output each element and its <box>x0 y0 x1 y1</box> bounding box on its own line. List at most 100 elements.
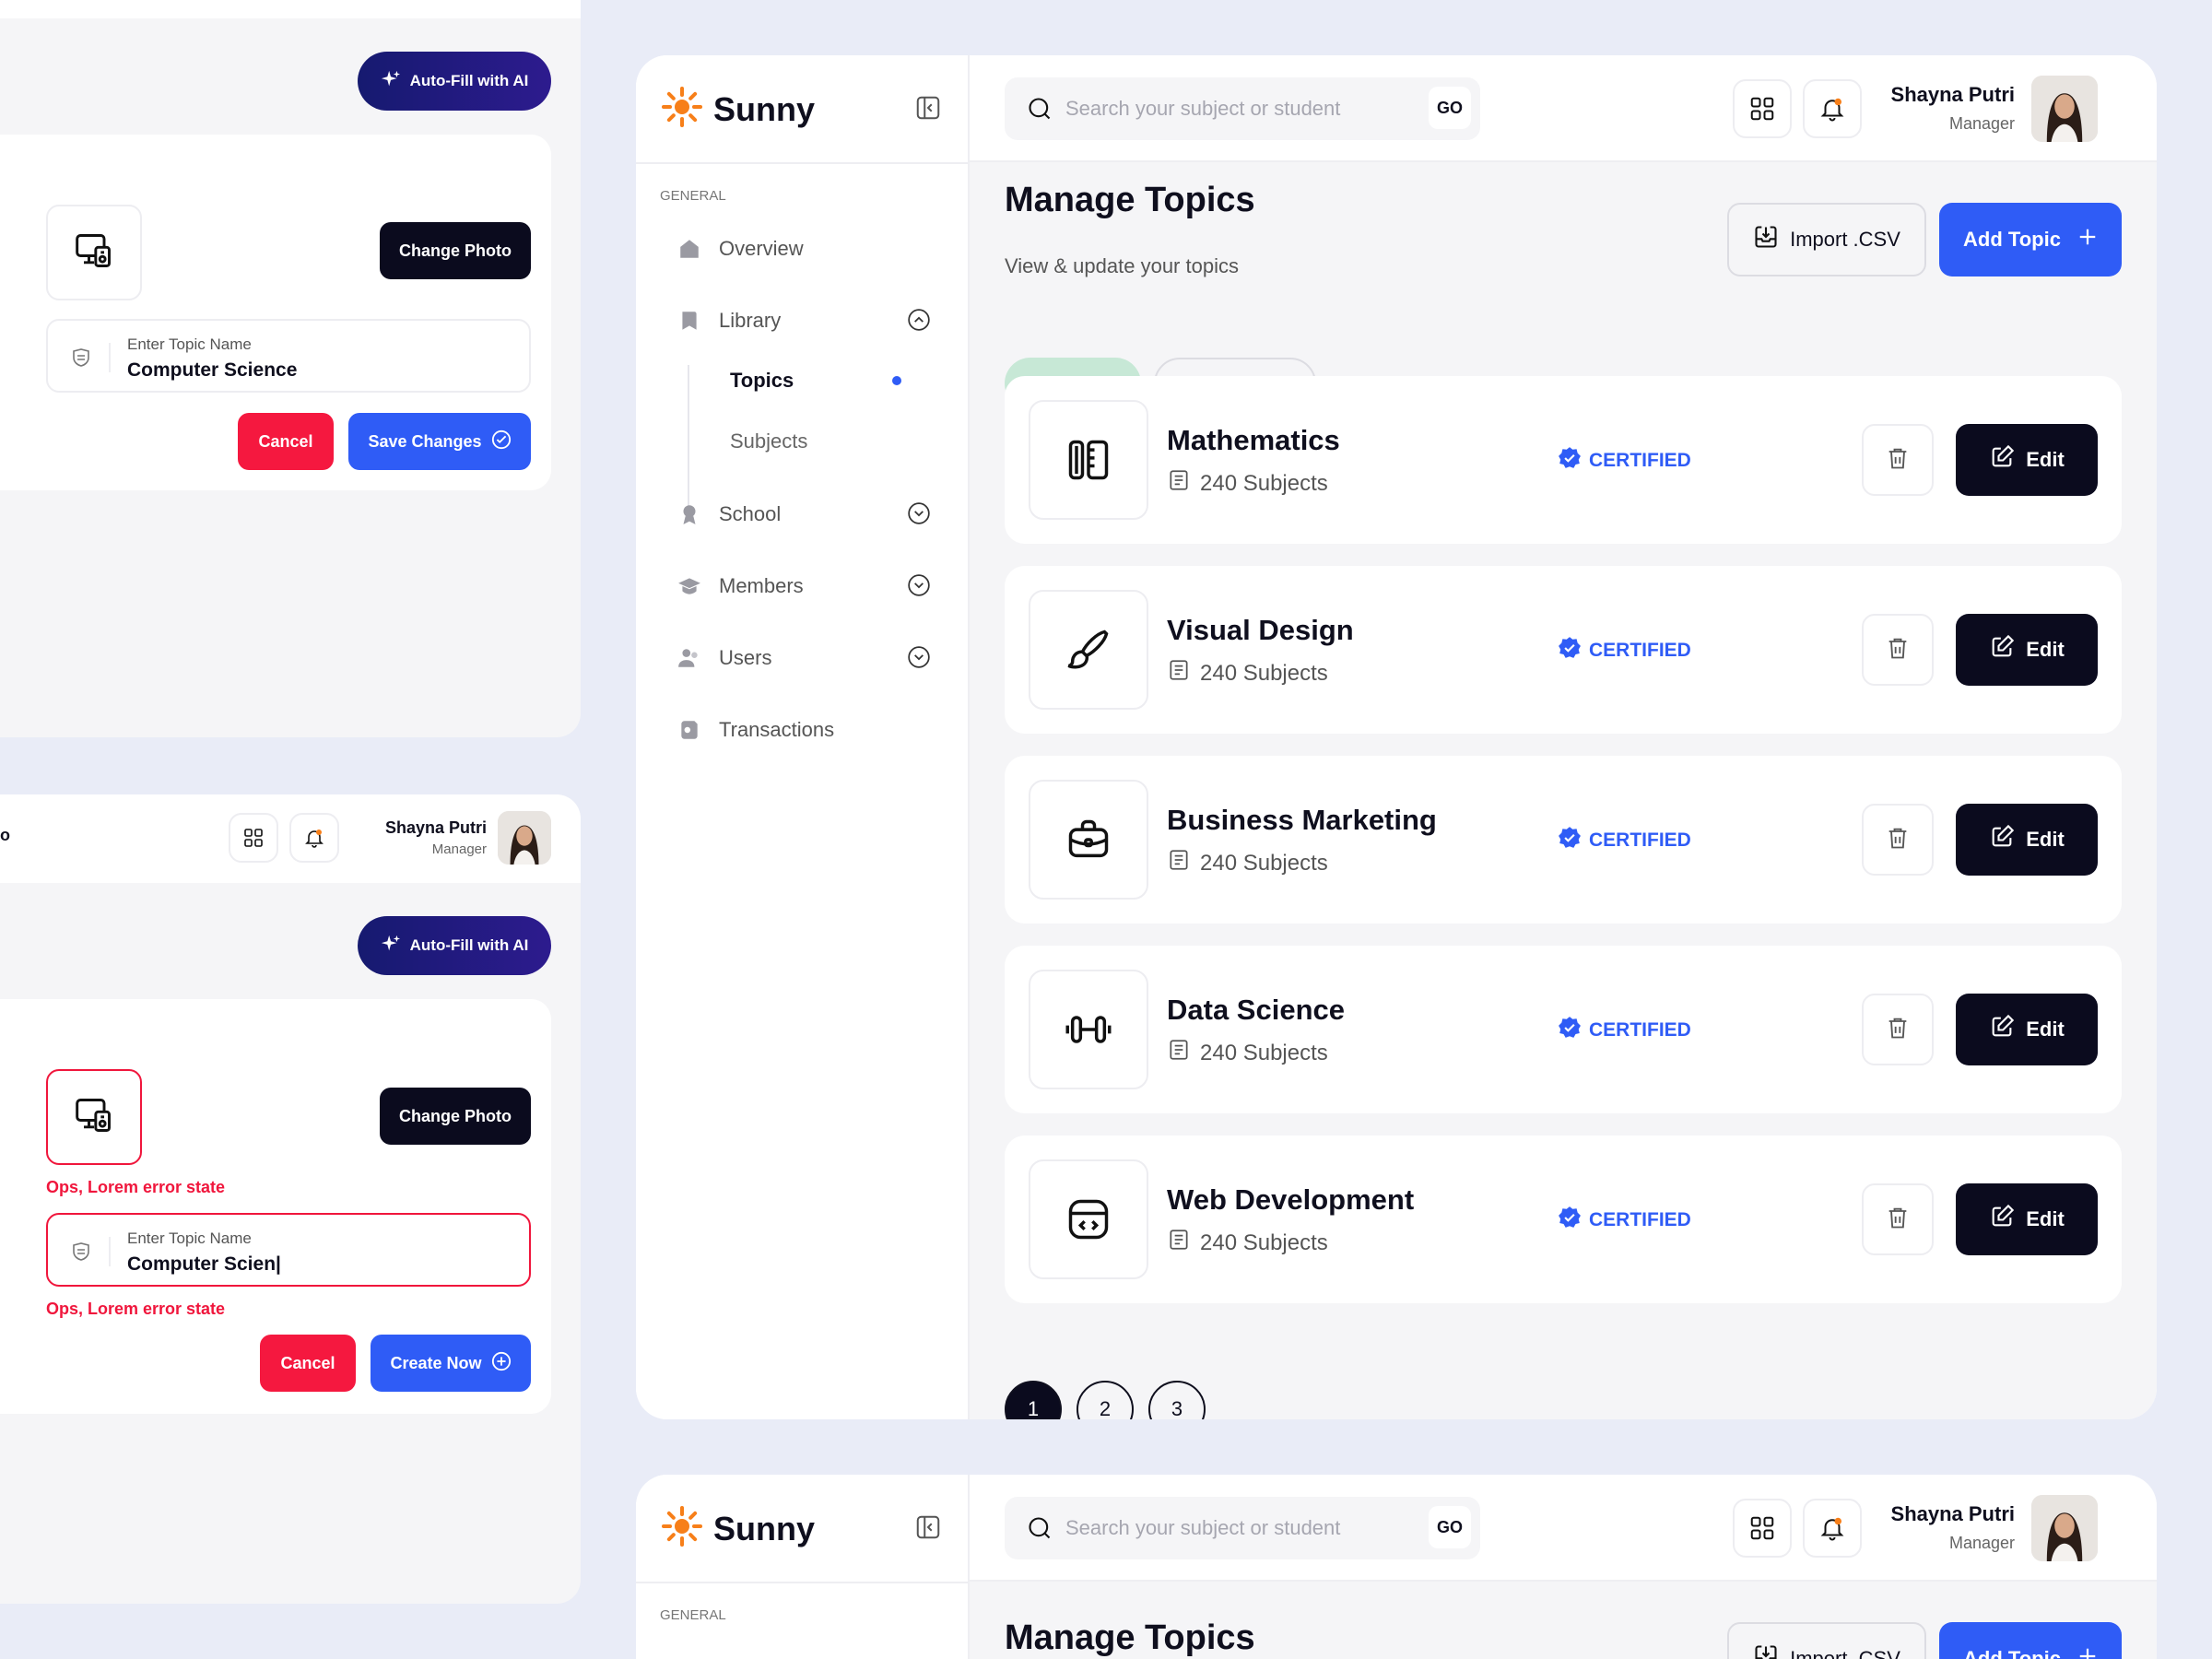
collapse-sidebar-icon[interactable] <box>914 94 942 122</box>
verified-icon <box>1558 446 1582 476</box>
topic-name-field[interactable]: Enter Topic Name Computer Science <box>46 319 531 393</box>
topic-subjects: 240 Subjects <box>1167 848 1328 878</box>
edit-button[interactable]: Edit <box>1956 1183 2098 1255</box>
topic-row-visual-design: Visual Design 240 Subjects CERTIFIED Edi… <box>1005 566 2122 734</box>
photo-error-text: Ops, Lorem error state <box>46 1178 226 1196</box>
save-changes-button[interactable]: Save Changes <box>348 413 531 470</box>
avatar[interactable] <box>2031 1495 2098 1561</box>
submenu-line <box>688 365 689 514</box>
delete-button[interactable] <box>1862 804 1934 876</box>
shield-icon <box>70 343 111 372</box>
apps-grid-button[interactable] <box>1733 1499 1792 1558</box>
sidebar-item-users[interactable]: Users <box>677 645 771 671</box>
sidebar-item-members[interactable]: Members <box>677 573 804 599</box>
delete-button[interactable] <box>1862 994 1934 1065</box>
home-icon <box>677 236 702 262</box>
sidebar: Sunny GENERAL Overview Library Topics Su… <box>636 55 970 1419</box>
active-dot <box>892 376 901 385</box>
edit-button[interactable]: Edit <box>1956 994 2098 1065</box>
search-input[interactable]: Search your subject or student <box>1065 97 1340 121</box>
sidebar-divider <box>636 162 970 164</box>
search-go-button[interactable]: GO <box>1429 87 1471 129</box>
chevron-down-icon[interactable] <box>907 645 931 669</box>
computer-icon <box>74 230 114 276</box>
verified-icon <box>1558 1206 1582 1235</box>
sidebar-item-overview[interactable]: Overview <box>677 236 804 262</box>
dumbbell-icon <box>1029 970 1148 1089</box>
notification-button[interactable] <box>1803 1499 1862 1558</box>
apps-grid-button[interactable] <box>1733 79 1792 138</box>
certified-badge: CERTIFIED <box>1558 1016 1691 1045</box>
sidebar-item-topics[interactable]: Topics <box>730 369 794 393</box>
import-csv-button[interactable]: Import .CSV <box>1727 203 1926 276</box>
apps-grid-button[interactable] <box>229 813 278 863</box>
field-error-text: Ops, Lorem error state <box>46 1300 226 1318</box>
topic-name: Data Science <box>1167 994 1345 1026</box>
change-photo-button[interactable]: Change Photo <box>380 222 531 279</box>
bottom-window: Sunny GENERAL Search your subject or stu… <box>636 1475 2157 1659</box>
import-icon <box>1753 224 1779 255</box>
delete-button[interactable] <box>1862 614 1934 686</box>
verified-icon <box>1558 826 1582 855</box>
sidebar-item-library[interactable]: Library <box>677 308 781 334</box>
topic-name: Visual Design <box>1167 614 1354 646</box>
shield-icon <box>70 1237 111 1266</box>
search-bar[interactable]: Search your subject or student GO <box>1005 77 1480 140</box>
notification-button[interactable] <box>1803 79 1862 138</box>
avatar[interactable] <box>2031 76 2098 142</box>
sidebar-item-school[interactable]: School <box>677 501 781 527</box>
topic-photo-error <box>46 1069 142 1165</box>
check-circle-icon <box>491 429 512 454</box>
topic-name-field-error[interactable]: Enter Topic Name Computer Scien| <box>46 1213 531 1287</box>
import-csv-button[interactable]: Import .CSV <box>1727 1622 1926 1659</box>
avatar[interactable] <box>498 811 551 865</box>
brand-name: Sunny <box>713 1509 816 1547</box>
main-window: Sunny GENERAL Overview Library Topics Su… <box>636 55 2157 1419</box>
briefcase-icon <box>1029 780 1148 900</box>
search-bar[interactable]: Search your subject or student GO <box>1005 1497 1480 1559</box>
brand-logo: Sunny <box>660 1504 815 1553</box>
edit-button[interactable]: Edit <box>1956 614 2098 686</box>
cancel-button[interactable]: Cancel <box>260 1335 356 1392</box>
certified-badge: CERTIFIED <box>1558 446 1691 476</box>
topic-subjects: 240 Subjects <box>1167 1228 1328 1258</box>
search-icon <box>1027 1515 1053 1541</box>
document-icon <box>1167 848 1191 878</box>
delete-button[interactable] <box>1862 1183 1934 1255</box>
chevron-up-icon[interactable] <box>907 308 931 332</box>
chevron-down-icon[interactable] <box>907 501 931 525</box>
sidebar-item-subjects[interactable]: Subjects <box>730 429 807 453</box>
page-title: Manage Topics <box>1005 1618 1255 1657</box>
change-photo-button[interactable]: Change Photo <box>380 1088 531 1145</box>
add-topic-button[interactable]: Add Topic <box>1939 1622 2122 1659</box>
edit-button[interactable]: Edit <box>1956 424 2098 496</box>
collapse-sidebar-icon[interactable] <box>914 1513 942 1541</box>
form-card: Change Photo Enter Topic Name Computer S… <box>0 135 551 490</box>
certified-badge: CERTIFIED <box>1558 636 1691 665</box>
auto-fill-ai-button[interactable]: Auto-Fill with AI <box>358 916 551 975</box>
notification-button[interactable] <box>289 813 339 863</box>
topic-name: Mathematics <box>1167 424 1340 456</box>
auto-fill-ai-button[interactable]: Auto-Fill with AI <box>358 52 551 111</box>
add-topic-button[interactable]: Add Topic <box>1939 203 2122 276</box>
delete-button[interactable] <box>1862 424 1934 496</box>
sun-icon <box>660 85 704 134</box>
create-topic-error-panel: o Shayna Putri Manager Auto-Fill with AI… <box>0 794 581 1604</box>
edit-button[interactable]: Edit <box>1956 804 2098 876</box>
sun-icon <box>660 1504 704 1553</box>
chevron-down-icon[interactable] <box>907 573 931 597</box>
users-icon <box>677 645 702 671</box>
user-info: Shayna Putri Manager <box>1890 1502 2015 1552</box>
search-input[interactable]: Search your subject or student <box>1065 1516 1340 1540</box>
search-go-button[interactable]: GO <box>1429 1506 1471 1548</box>
sidebar-section-label: GENERAL <box>660 1607 726 1623</box>
sidebar-item-transactions[interactable]: Transactions <box>677 717 834 743</box>
wallet-icon <box>677 717 702 743</box>
edit-icon <box>1989 444 2015 476</box>
topic-name: Business Marketing <box>1167 804 1437 836</box>
page-title: Manage Topics <box>1005 181 1255 219</box>
cancel-button[interactable]: Cancel <box>238 413 334 470</box>
edit-icon <box>1989 634 2015 665</box>
computer-icon <box>74 1095 114 1140</box>
create-now-button[interactable]: Create Now <box>371 1335 531 1392</box>
